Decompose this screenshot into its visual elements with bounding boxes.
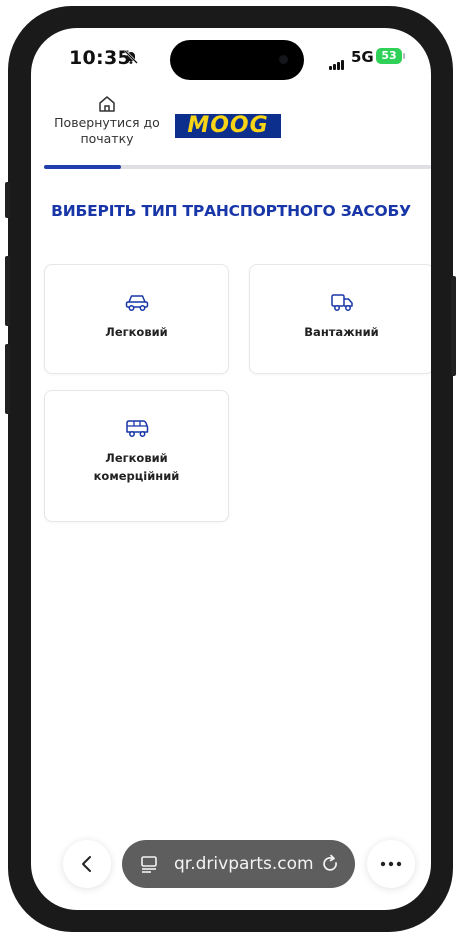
reload-icon[interactable] — [321, 854, 341, 874]
truck-icon — [330, 294, 353, 311]
page-title: ВИБЕРІТЬ ТИП ТРАНСПОРТНОГО ЗАСОБУ — [51, 202, 411, 220]
mute-switch — [5, 182, 10, 218]
logo-text: MOOG — [187, 113, 269, 138]
url-text: qr.drivparts.com — [174, 854, 314, 874]
vehicle-type-label: Легковий комерційний — [93, 451, 180, 483]
home-link-label: Повернутися до початку — [54, 115, 160, 146]
home-link[interactable]: Повернутися до початку — [45, 94, 169, 147]
chevron-left-icon — [82, 856, 91, 872]
back-button[interactable] — [63, 840, 111, 888]
ellipsis-icon — [380, 861, 402, 867]
home-icon — [99, 96, 115, 112]
progress-fill — [44, 165, 122, 169]
browser-toolbar: qr.drivparts.com — [31, 828, 431, 898]
screen: 10:35 5G 53 Повернутися до початку MOOG — [31, 28, 431, 910]
vehicle-type-truck-card[interactable]: Вантажний — [249, 264, 431, 374]
car-icon — [125, 295, 148, 311]
tab-view-icon[interactable] — [140, 855, 158, 873]
battery-icon: 53 — [376, 48, 402, 64]
signal-icon — [329, 51, 345, 70]
more-options-button[interactable] — [367, 840, 415, 888]
battery-tip — [403, 53, 405, 59]
phone-frame: 10:35 5G 53 Повернутися до початку MOOG — [5, 6, 456, 932]
power-button — [451, 276, 456, 376]
address-bar[interactable]: qr.drivparts.com — [122, 840, 355, 888]
moog-logo: MOOG — [175, 114, 281, 138]
vehicle-type-label: Вантажний — [304, 325, 379, 339]
silent-bell-icon — [123, 49, 139, 69]
volume-up-button — [5, 256, 10, 326]
vehicle-type-label: Легковий — [105, 325, 168, 339]
clock: 10:35 — [69, 47, 131, 69]
vehicle-type-light-commercial-card[interactable]: Легковий комерційний — [44, 390, 229, 522]
van-icon — [125, 420, 148, 437]
vehicle-type-passenger-card[interactable]: Легковий — [44, 264, 229, 374]
progress-bar — [44, 165, 431, 169]
volume-down-button — [5, 344, 10, 414]
network-label: 5G — [351, 48, 374, 66]
status-bar: 10:35 5G 53 — [31, 28, 431, 84]
dynamic-island — [170, 40, 304, 80]
camera-icon — [279, 55, 288, 64]
